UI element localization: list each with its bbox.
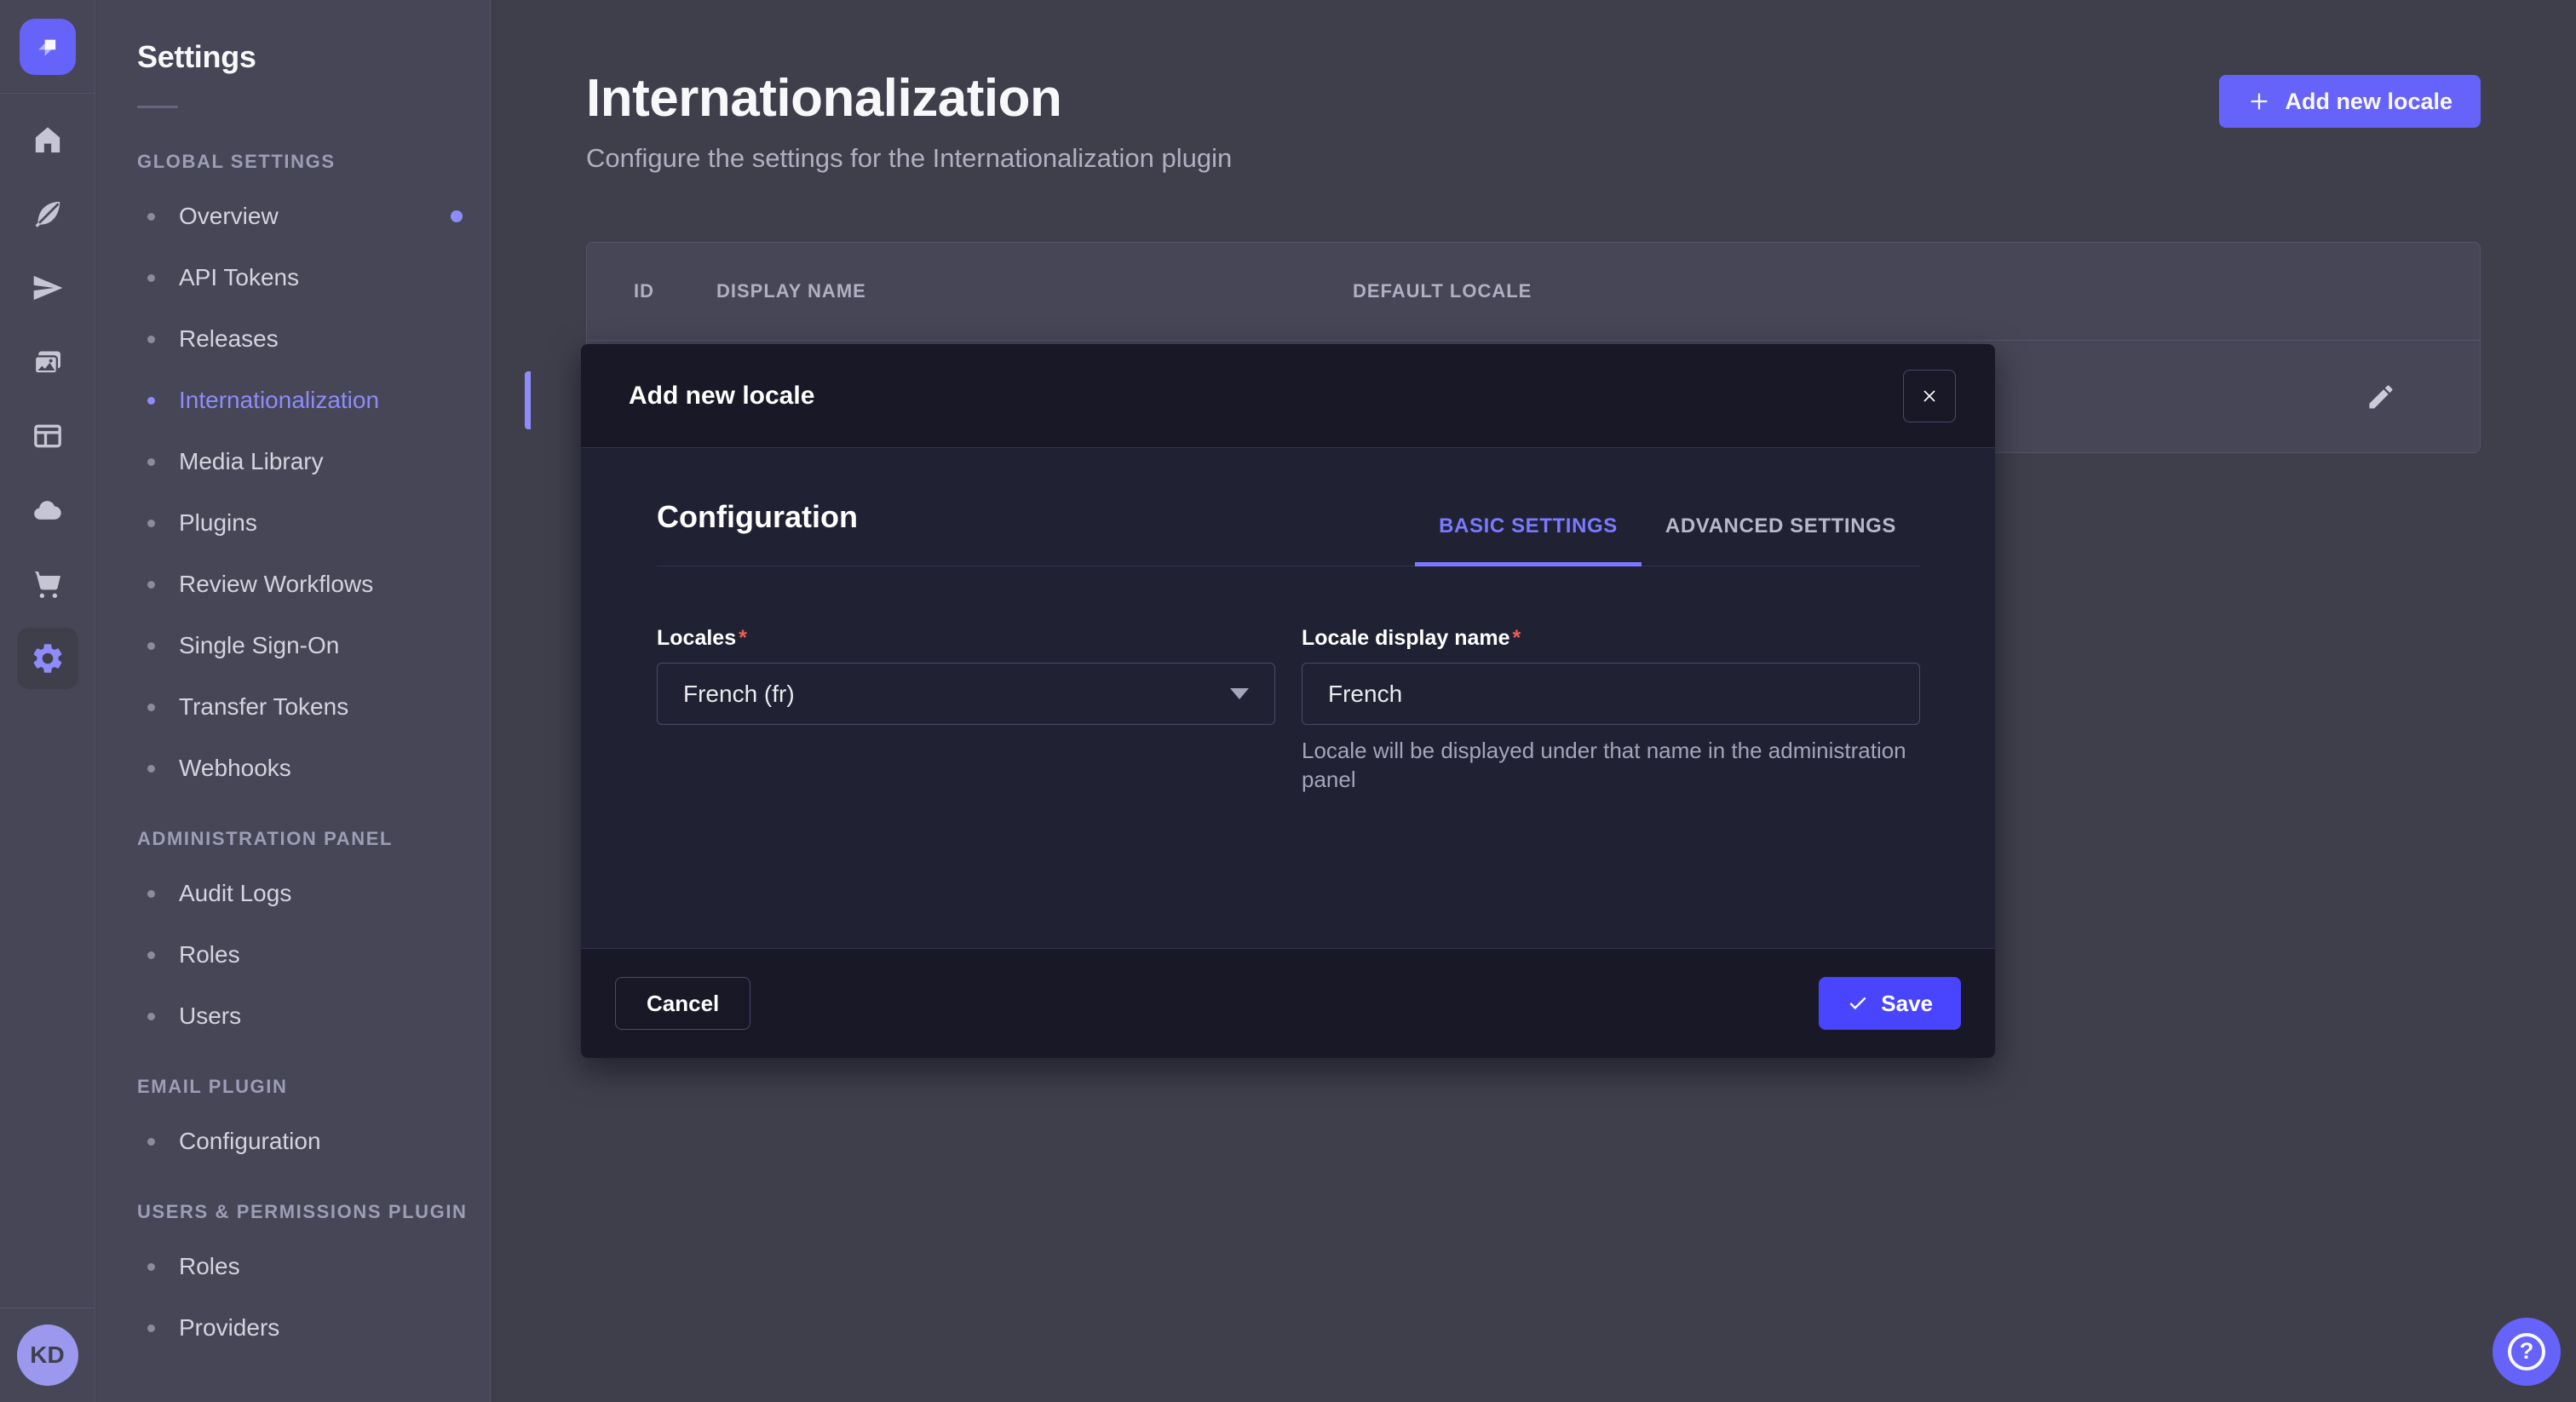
locales-label: Locales* [657,626,1275,651]
close-button[interactable] [1903,370,1956,422]
modal-title: Add new locale [629,382,814,411]
display-name-hint: Locale will be displayed under that name… [1302,737,1920,795]
display-name-input[interactable] [1302,663,1920,725]
locales-field: Locales* French (fr) [657,626,1275,795]
tab-basic-settings[interactable]: BASIC SETTINGS [1415,514,1642,566]
display-name-label: Locale display name* [1302,626,1920,651]
tab-advanced-settings[interactable]: ADVANCED SETTINGS [1642,514,1920,566]
locales-select[interactable]: French (fr) [657,663,1275,725]
modal-layer: Add new locale Configuration BASIC SETTI… [0,0,2576,1402]
modal-footer: Cancel Save [581,948,1995,1058]
configuration-header: Configuration BASIC SETTINGS ADVANCED SE… [657,499,1920,566]
add-new-locale-modal: Add new locale Configuration BASIC SETTI… [581,344,1995,1058]
configuration-title: Configuration [657,499,858,566]
modal-body: Configuration BASIC SETTINGS ADVANCED SE… [581,448,1995,948]
cancel-button[interactable]: Cancel [615,977,750,1030]
required-asterisk: * [1513,626,1521,650]
locales-select-value: French (fr) [683,681,1230,708]
check-icon [1847,992,1869,1014]
chevron-down-icon [1230,688,1249,699]
form-fields: Locales* French (fr) Locale display name… [657,626,1920,795]
save-button[interactable]: Save [1819,977,1961,1030]
modal-header: Add new locale [581,344,1995,448]
settings-tabs: BASIC SETTINGS ADVANCED SETTINGS [1415,514,1920,566]
close-icon [1919,386,1940,406]
display-name-field: Locale display name* Locale will be disp… [1302,626,1920,795]
required-asterisk: * [739,626,747,650]
